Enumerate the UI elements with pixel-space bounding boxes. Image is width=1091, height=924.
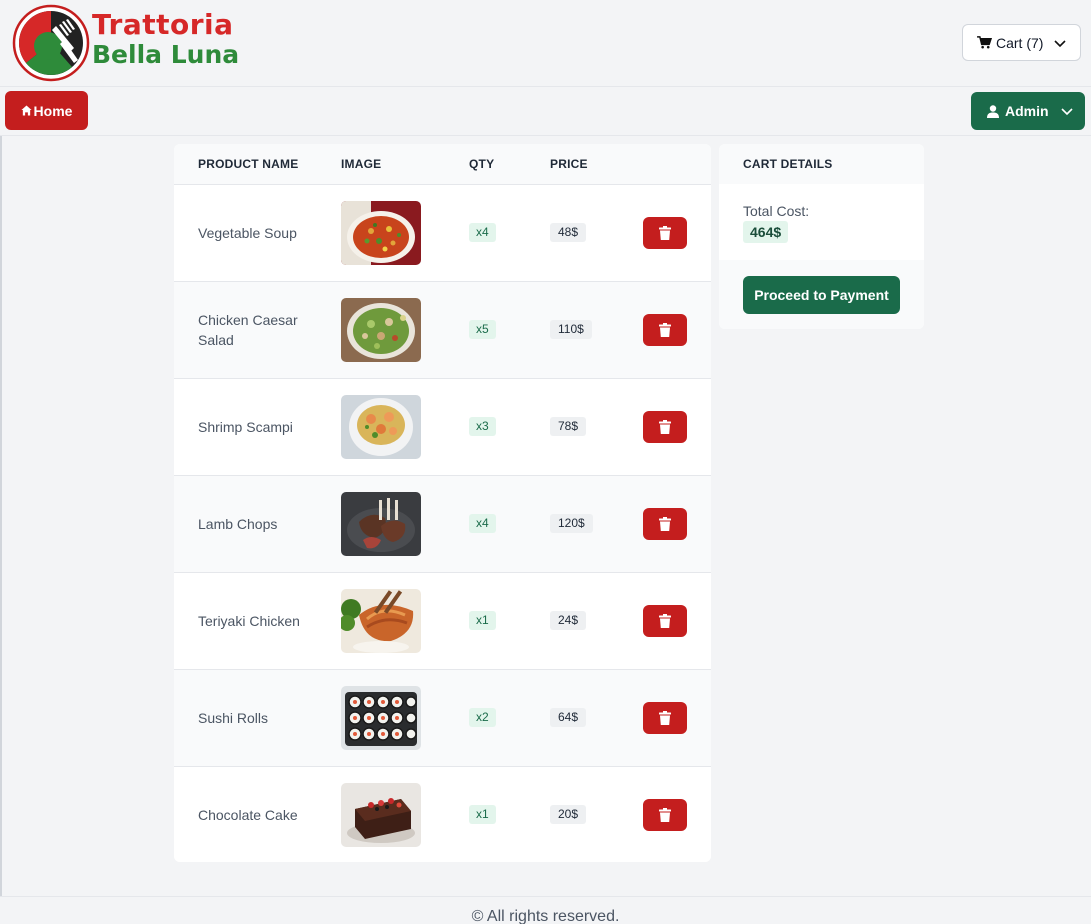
table-row: Chocolate Cake x1 20$: [174, 766, 711, 862]
shopping-cart-icon: [977, 36, 992, 49]
delete-item-button[interactable]: [643, 217, 687, 249]
table-row: Chicken Caesar Salad x5 110$: [174, 281, 711, 378]
home-label: Home: [33, 102, 73, 119]
column-header-image: IMAGE: [341, 157, 382, 171]
price-badge: 20$: [550, 805, 587, 824]
column-header-product-name: PRODUCT NAME: [198, 157, 299, 171]
proceed-to-payment-button[interactable]: Proceed to Payment: [743, 276, 900, 314]
home-button[interactable]: Home: [5, 91, 88, 130]
chocolate-cake-photo: [341, 783, 421, 847]
site-header: Trattoria Bella Luna Cart (7): [0, 0, 1091, 87]
admin-dropdown-button[interactable]: Admin: [971, 92, 1085, 130]
cart-dropdown-button[interactable]: Cart (7): [962, 24, 1081, 61]
trash-icon: [659, 711, 671, 725]
table-header: PRODUCT NAME IMAGE QTY PRICE: [174, 144, 711, 184]
column-header-qty: QTY: [469, 157, 495, 171]
cart-label: Cart (7): [996, 34, 1044, 51]
table-row: Teriyaki Chicken x1 24$: [174, 572, 711, 669]
home-icon: [21, 105, 32, 116]
product-name: Shrimp Scampi: [198, 419, 293, 435]
trash-icon: [659, 420, 671, 434]
chevron-down-icon: [1061, 108, 1073, 116]
cart-details-title: CART DETAILS: [719, 144, 924, 184]
delete-item-button[interactable]: [643, 508, 687, 540]
trash-icon: [659, 614, 671, 628]
table-row: Shrimp Scampi x3 78$: [174, 378, 711, 475]
table-row: Lamb Chops x4 120$: [174, 475, 711, 572]
lamb-chops-photo: [341, 492, 421, 556]
delete-item-button[interactable]: [643, 605, 687, 637]
total-cost-value: 464$: [743, 221, 789, 243]
product-name: Chicken Caesar Salad: [198, 312, 298, 348]
copyright-text: © All rights reserved.: [471, 908, 620, 924]
delete-item-button[interactable]: [643, 411, 687, 443]
product-name: Chocolate Cake: [198, 807, 298, 823]
product-name: Vegetable Soup: [198, 225, 297, 241]
price-badge: 24$: [550, 611, 587, 630]
nav-bar: Home Admin: [0, 87, 1091, 136]
table-row: Vegetable Soup x4 48$: [174, 184, 711, 281]
trash-icon: [659, 323, 671, 337]
column-header-price: PRICE: [550, 157, 588, 171]
brand-name-line2: Bella Luna: [92, 40, 240, 69]
quantity-badge: x3: [469, 417, 496, 436]
quantity-badge: x4: [469, 514, 496, 533]
cart-details-body: Total Cost: 464$: [719, 184, 924, 260]
quantity-badge: x1: [469, 611, 496, 630]
shrimp-scampi-photo: [341, 395, 421, 459]
product-name: Lamb Chops: [198, 516, 278, 532]
product-name: Sushi Rolls: [198, 710, 269, 726]
delete-item-button[interactable]: [643, 799, 687, 831]
page-edge: [0, 0, 2, 924]
quantity-badge: x1: [469, 805, 496, 824]
user-icon: [987, 104, 999, 118]
quantity-badge: x4: [469, 223, 496, 242]
trash-icon: [659, 226, 671, 240]
cart-details-footer: Proceed to Payment: [719, 260, 924, 329]
vegetable-soup-photo: [341, 201, 421, 265]
brand-name-line1: Trattoria: [92, 8, 234, 41]
price-badge: 110$: [550, 320, 592, 339]
price-badge: 120$: [550, 514, 593, 533]
site-footer: © All rights reserved.: [0, 896, 1091, 924]
price-badge: 48$: [550, 223, 587, 242]
restaurant-logo[interactable]: [12, 4, 90, 82]
trash-icon: [659, 808, 671, 822]
quantity-badge: x5: [469, 320, 496, 339]
product-name: Teriyaki Chicken: [198, 613, 300, 629]
admin-label: Admin: [1005, 103, 1049, 119]
sushi-rolls-photo: [341, 686, 421, 750]
total-cost-label: Total Cost:: [743, 203, 810, 219]
teriyaki-chicken-photo: [341, 589, 421, 653]
trash-icon: [659, 517, 671, 531]
price-badge: 78$: [550, 417, 587, 436]
quantity-badge: x2: [469, 708, 496, 727]
cart-table: PRODUCT NAME IMAGE QTY PRICE Vegetable S…: [174, 144, 711, 862]
chevron-down-icon: [1054, 40, 1066, 48]
caesar-salad-photo: [341, 298, 421, 362]
table-row: Sushi Rolls x2 64$: [174, 669, 711, 766]
delete-item-button[interactable]: [643, 314, 687, 346]
price-badge: 64$: [550, 708, 587, 727]
delete-item-button[interactable]: [643, 702, 687, 734]
cart-details-panel: CART DETAILS Total Cost: 464$ Proceed to…: [719, 144, 924, 329]
